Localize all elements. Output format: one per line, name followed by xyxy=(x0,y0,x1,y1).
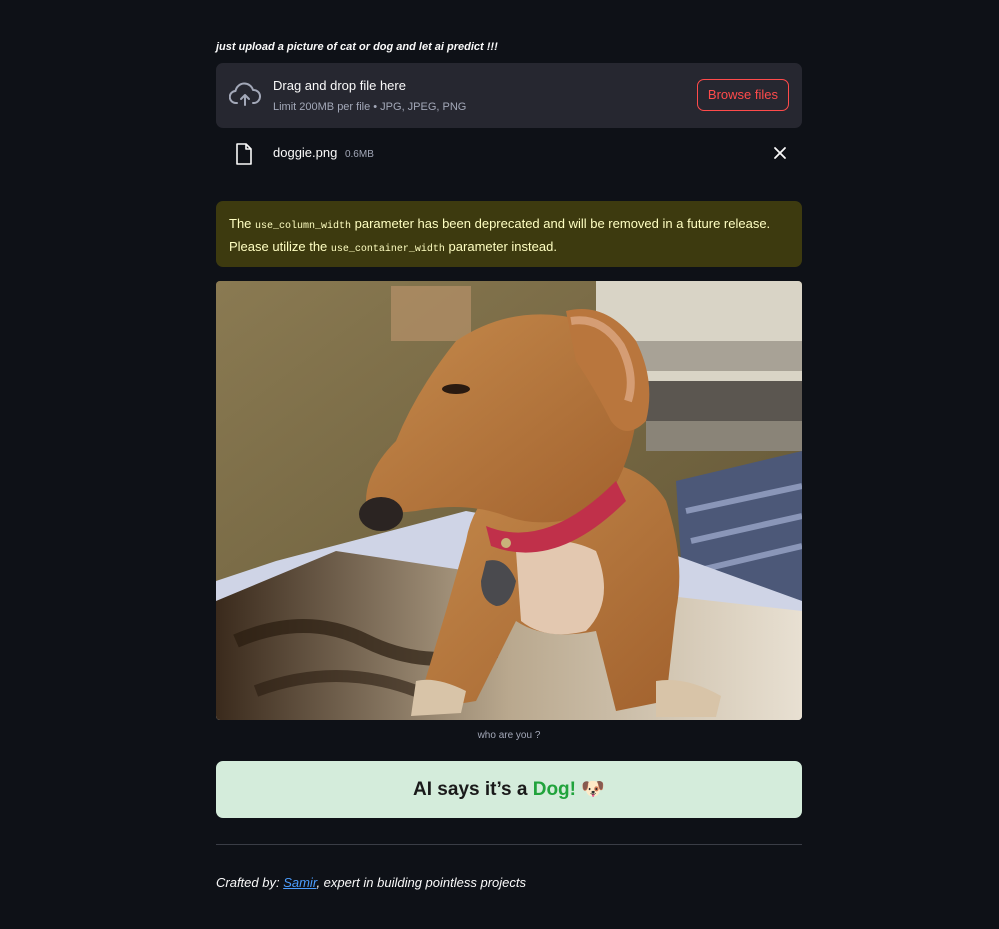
footer-prefix: Crafted by: xyxy=(216,875,284,890)
file-size: 0.6MB xyxy=(344,149,374,160)
dropzone-title: Drag and drop file here xyxy=(273,78,406,93)
file-icon xyxy=(236,143,252,165)
author-link[interactable]: Samir xyxy=(283,875,316,890)
deprecation-warning: The use_column_width parameter has been … xyxy=(216,201,802,267)
warning-text-3: parameter instead. xyxy=(444,239,557,254)
file-name: doggie.png 0.6MB xyxy=(273,145,374,160)
prediction-result-banner: AI says it’s a Dog! 🐶 xyxy=(216,761,802,818)
result-label: Dog! xyxy=(532,779,576,800)
close-icon[interactable] xyxy=(773,146,787,160)
tagline-text: just upload a picture of cat or dog and … xyxy=(216,41,498,53)
browse-files-button[interactable]: Browse files xyxy=(696,79,789,111)
image-caption: who are you ? xyxy=(477,730,541,741)
warning-code-1: use_column_width xyxy=(255,221,352,232)
dog-face-icon: 🐶 xyxy=(581,779,605,800)
warning-text-1: The xyxy=(229,216,256,231)
warning-code-2: use_container_width xyxy=(330,244,445,255)
uploaded-dog-photo xyxy=(216,281,802,720)
dog-photo-illustration xyxy=(216,281,802,720)
uploaded-file-row: doggie.png 0.6MB xyxy=(216,140,802,170)
cloud-upload-icon xyxy=(229,82,261,106)
result-prefix: AI says it’s a xyxy=(413,779,533,800)
divider xyxy=(216,844,802,845)
footer-suffix: , expert in building pointless projects xyxy=(316,875,526,890)
dropzone-limits: Limit 200MB per file • JPG, JPEG, PNG xyxy=(273,101,467,113)
footer-credit: Crafted by: Samir, expert in building po… xyxy=(216,875,526,890)
file-uploader-dropzone[interactable]: Drag and drop file here Limit 200MB per … xyxy=(216,63,802,128)
file-name-text: doggie.png xyxy=(273,145,338,160)
